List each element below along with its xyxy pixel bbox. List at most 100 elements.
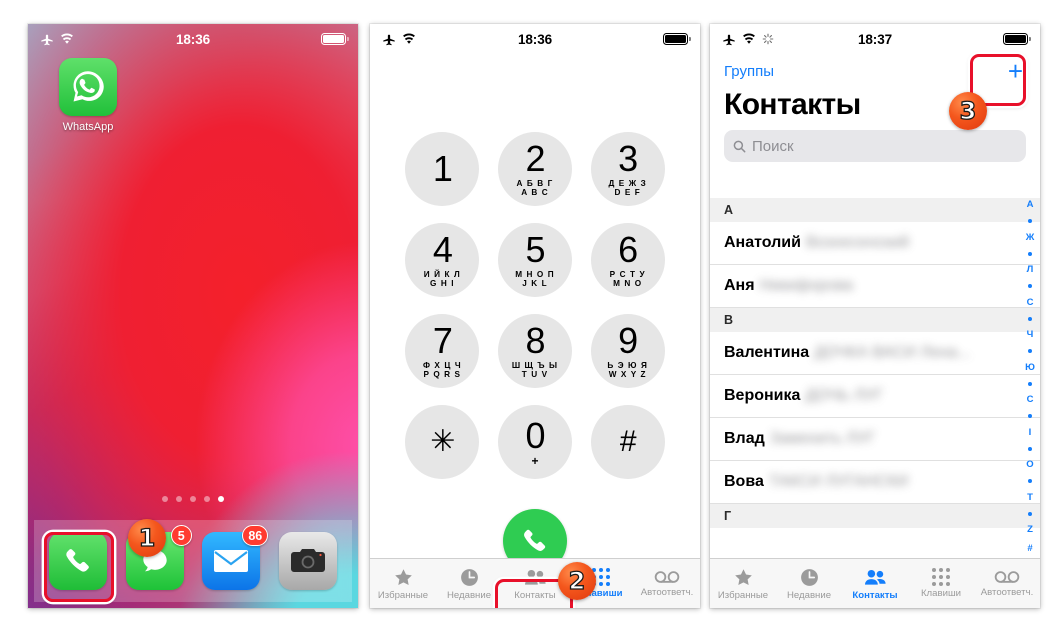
- key-letters-latin: T U V: [521, 370, 549, 379]
- contact-first-name: Анатолий: [724, 234, 801, 251]
- key-letters-latin: D E F: [614, 188, 641, 197]
- battery-icon: [321, 33, 349, 45]
- index-letter[interactable]: Л: [1027, 265, 1034, 275]
- tab-label: Недавние: [446, 589, 492, 601]
- key-digit: 5: [525, 228, 545, 270]
- contacts-list[interactable]: А Анатолий Вознесенский Аня Никифорова В…: [710, 198, 1040, 558]
- contact-row[interactable]: Вова ТАКСИ ЛУГАНСКИ: [710, 461, 1040, 504]
- tab-recents[interactable]: Недавние: [436, 559, 502, 608]
- contact-row[interactable]: Аня Никифорова: [710, 265, 1040, 308]
- key-letters-cyrillic: А Б В Г: [516, 178, 554, 188]
- section-header: Г: [710, 504, 1040, 528]
- dock-item-phone[interactable]: [49, 532, 108, 590]
- index-dot: [1028, 381, 1032, 386]
- contact-row[interactable]: Валентина ДОЧКА ВАСИ Лена...: [710, 332, 1040, 375]
- key-4[interactable]: 4И Й К ЛG H I: [405, 223, 480, 297]
- status-bar-keypad: 18:36: [370, 24, 700, 54]
- contact-row[interactable]: Анатолий Вознесенский: [710, 222, 1040, 265]
- index-dot: [1028, 446, 1032, 451]
- contact-last-name-redacted: ДОЧЬ ЛУГ: [805, 387, 884, 404]
- battery-icon: [663, 33, 691, 45]
- envelope-glyph-icon: [214, 550, 249, 572]
- key-1[interactable]: 1: [405, 132, 480, 206]
- index-dot: [1028, 316, 1032, 321]
- key-letters-latin: W X Y Z: [608, 370, 647, 379]
- search-input[interactable]: Поиск: [724, 130, 1026, 162]
- app-whatsapp[interactable]: WhatsApp: [46, 58, 130, 133]
- section-header: В: [710, 308, 1040, 332]
- tab-voicemail[interactable]: Автоответч.: [974, 559, 1040, 608]
- search-container: Поиск: [710, 122, 1040, 172]
- status-bar-home: 18:36: [28, 24, 358, 54]
- dock-item-mail[interactable]: 86: [202, 525, 269, 590]
- whatsapp-icon[interactable]: [59, 58, 117, 116]
- clock-icon: [460, 568, 478, 586]
- camera-icon[interactable]: [278, 532, 337, 590]
- contact-first-name: Вова: [724, 473, 764, 490]
- tab-bar-contacts: Избранные Недавние Контакты Клавиши Авто…: [710, 558, 1040, 608]
- index-dot: [1028, 414, 1032, 419]
- key-7[interactable]: 7Ф Х Ц ЧP Q R S: [405, 314, 480, 388]
- key-letters-cyrillic: Ь Э Ю Я: [607, 360, 648, 370]
- key-letters-latin: M N O: [613, 279, 643, 288]
- tab-keypad[interactable]: Клавиши: [908, 559, 974, 608]
- key-9[interactable]: 9Ь Э Ю ЯW X Y Z: [590, 314, 665, 388]
- call-icon: [524, 529, 546, 551]
- tab-recents[interactable]: Недавние: [776, 559, 842, 608]
- key-0[interactable]: 0 +: [497, 405, 572, 479]
- index-letter[interactable]: Ю: [1025, 363, 1035, 373]
- index-letter[interactable]: А: [1027, 200, 1034, 210]
- key-letters-cyrillic: Р С Т У: [609, 269, 646, 279]
- index-letter[interactable]: Z: [1027, 525, 1033, 535]
- phone-panel-home-screen: 18:36 WhatsApp 5 86 1: [28, 24, 358, 608]
- key-8[interactable]: 8Ш Щ Ъ ЫT U V: [497, 314, 572, 388]
- index-dot: [1028, 219, 1032, 224]
- status-time: 18:36: [175, 31, 211, 47]
- navigation-bar: Группы +: [710, 54, 1040, 88]
- key-digit: 9: [618, 319, 638, 361]
- key-hash[interactable]: #: [590, 405, 665, 479]
- tab-favorites[interactable]: Избранные: [370, 559, 436, 608]
- phone-handset-glyph-icon: [66, 549, 90, 572]
- index-letter[interactable]: С: [1027, 298, 1034, 308]
- key-letters-latin: P Q R S: [423, 370, 462, 379]
- tab-contacts[interactable]: Контакты: [842, 559, 908, 608]
- voicemail-icon: [654, 571, 680, 583]
- key-6[interactable]: 6Р С Т УM N O: [590, 223, 665, 297]
- index-dot: [1028, 251, 1032, 256]
- tab-voicemail[interactable]: Автоответч.: [634, 559, 700, 608]
- contact-last-name-redacted: ТАКСИ ЛУГАНСКИ: [768, 473, 909, 490]
- dock-item-camera[interactable]: [278, 532, 337, 590]
- index-letter[interactable]: T: [1027, 493, 1033, 503]
- badge-mail: 86: [242, 525, 269, 546]
- groups-link[interactable]: Группы: [724, 63, 774, 80]
- key-digit: 8: [525, 319, 545, 361]
- tab-favorites[interactable]: Избранные: [710, 559, 776, 608]
- contact-row[interactable]: Вероника ДОЧЬ ЛУГ: [710, 375, 1040, 418]
- index-letter[interactable]: Ч: [1027, 330, 1034, 340]
- key-digit: 1: [432, 148, 453, 189]
- star-icon: [394, 568, 412, 585]
- index-letter[interactable]: Ж: [1026, 233, 1035, 243]
- step-badge-1: 1: [128, 519, 166, 557]
- key-3[interactable]: 3Д Е Ж ЗD E F: [590, 132, 665, 206]
- index-letter[interactable]: #: [1027, 544, 1032, 554]
- index-letter[interactable]: C: [1027, 395, 1034, 405]
- key-digit: #: [619, 425, 637, 458]
- alphabet-index-bar[interactable]: А Ж Л С Ч Ю C I O T Z #: [1022, 200, 1038, 554]
- contact-row[interactable]: Влад Заменить ЛУГ: [710, 418, 1040, 461]
- star-icon: [734, 568, 752, 585]
- contact-last-name-redacted: Вознесенский: [805, 234, 910, 251]
- key-2[interactable]: 2А Б В ГA B C: [497, 132, 572, 206]
- key-5[interactable]: 5М Н О ПJ K L: [497, 223, 572, 297]
- phone-icon[interactable]: [49, 532, 108, 590]
- index-letter[interactable]: O: [1026, 460, 1033, 470]
- key-asterisk[interactable]: ✳: [405, 405, 480, 479]
- key-letters-cyrillic: М Н О П: [515, 269, 555, 279]
- index-letter[interactable]: I: [1029, 428, 1032, 438]
- badge-messages: 5: [170, 525, 192, 546]
- key-letters-cyrillic: И Й К Л: [423, 269, 461, 279]
- contacts-icon: [864, 569, 886, 585]
- tab-label: Автоответч.: [980, 587, 1034, 598]
- add-contact-button[interactable]: +: [1008, 58, 1026, 84]
